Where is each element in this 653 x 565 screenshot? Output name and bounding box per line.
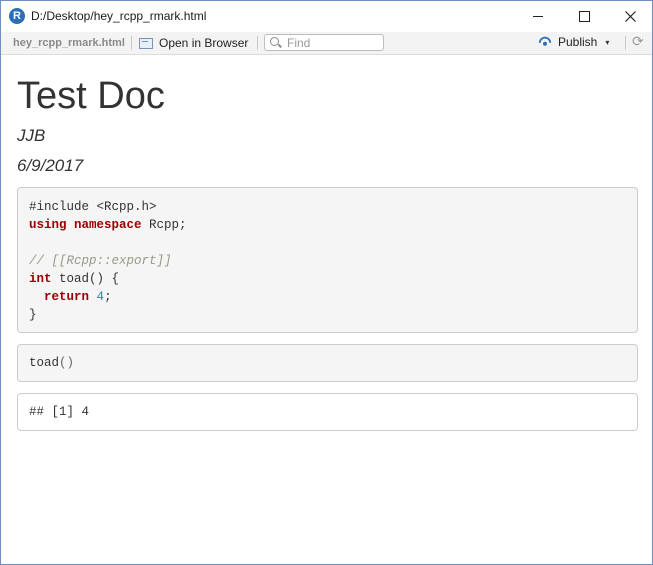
find-box[interactable] <box>264 34 384 51</box>
publish-button[interactable]: Publish ▾ <box>538 35 609 49</box>
title-bar: R D:/Desktop/hey_rcpp_rmark.html <box>1 1 652 32</box>
chevron-down-icon[interactable]: ▾ <box>605 38 609 47</box>
search-icon <box>270 37 279 46</box>
code-line: return 4; <box>44 290 112 304</box>
code-line: } <box>29 308 37 322</box>
document-author: JJB <box>17 126 46 145</box>
open-in-browser-icon <box>139 37 153 49</box>
close-button[interactable] <box>607 1 653 32</box>
viewer-toolbar: hey_rcpp_rmark.html Open in Browser Publ… <box>1 32 652 55</box>
minimize-icon <box>533 16 543 17</box>
publish-label: Publish <box>558 35 598 49</box>
open-in-browser-label: Open in Browser <box>159 36 249 50</box>
r-code-chunk: toad() <box>17 344 638 382</box>
maximize-icon <box>578 11 590 22</box>
open-in-browser-button[interactable]: Open in Browser <box>139 35 248 51</box>
minimize-button[interactable] <box>515 1 561 32</box>
close-icon <box>624 11 636 22</box>
code-line: toad() <box>29 356 75 370</box>
viewer-window: R D:/Desktop/hey_rcpp_rmark.html hey_rcp… <box>0 0 653 565</box>
rstudio-app-icon: R <box>9 8 25 24</box>
toolbar-divider <box>257 36 258 50</box>
output-line: ## [1] 4 <box>29 405 90 419</box>
publish-icon <box>538 36 552 46</box>
maximize-button[interactable] <box>561 1 607 32</box>
code-comment: // [[Rcpp::export]] <box>29 254 172 268</box>
toolbar-divider <box>625 36 626 50</box>
document-date: 6/9/2017 <box>17 156 84 175</box>
toolbar-divider <box>131 36 132 50</box>
code-line: int toad() { <box>29 272 120 286</box>
output-chunk: ## [1] 4 <box>17 393 638 431</box>
find-input[interactable] <box>287 35 379 50</box>
cpp-code-chunk: #include <Rcpp.h> using namespace Rcpp; … <box>17 187 638 333</box>
file-name-label: hey_rcpp_rmark.html <box>13 37 125 49</box>
code-line: #include <Rcpp.h> <box>29 200 157 214</box>
refresh-icon[interactable]: ⟳ <box>632 34 646 48</box>
page-title: Test Doc <box>17 75 165 117</box>
code-line: using namespace Rcpp; <box>29 218 187 232</box>
window-title: D:/Desktop/hey_rcpp_rmark.html <box>31 9 207 23</box>
